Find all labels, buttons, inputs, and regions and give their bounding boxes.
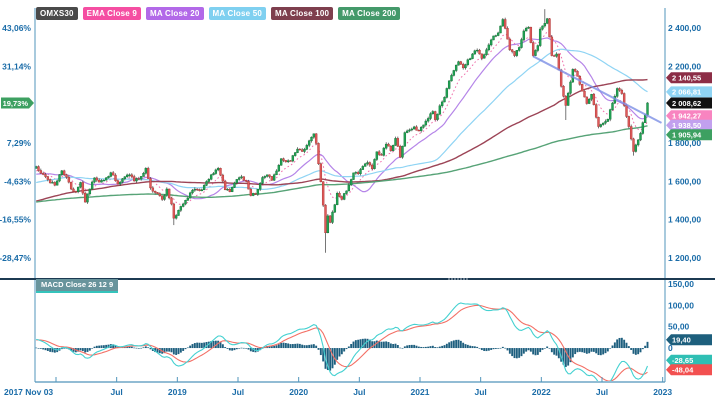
price-pane[interactable] <box>34 3 665 278</box>
x-axis-label: Jul <box>232 387 244 397</box>
svg-text:-48,04: -48,04 <box>672 366 694 375</box>
pct-axis-label: 7,29% <box>7 138 32 148</box>
macd-badge: -28,65 <box>666 354 712 366</box>
legend-badge-ma-100[interactable]: MA Close 100 <box>271 7 334 20</box>
legend-badge-ma-200[interactable]: MA Close 200 <box>338 7 401 20</box>
pct-axis-label: -4,63% <box>4 176 31 186</box>
macd-legend-badge[interactable]: MACD Close 26 12 9 <box>36 279 119 293</box>
chart-window: OMXS30 EMA Close 9 MA Close 20 MA Close … <box>0 0 715 403</box>
svg-text:1 905,94: 1 905,94 <box>672 131 702 140</box>
svg-text:2 008,62: 2 008,62 <box>672 99 701 108</box>
macd-axis-label: 50,00 <box>668 322 690 332</box>
pct-axis-label: 43,06% <box>2 23 31 33</box>
price-badge: 1 905,94 <box>666 129 712 141</box>
price-pane-legend: OMXS30 EMA Close 9 MA Close 20 MA Close … <box>36 7 401 20</box>
pct-change-badge: 19,73% <box>1 97 34 109</box>
macd-legend-label: MACD Close 26 12 9 <box>41 280 114 289</box>
svg-text:19,40: 19,40 <box>672 336 691 345</box>
legend-badge-ma-50[interactable]: MA Close 50 <box>208 7 267 20</box>
svg-text:19,73%: 19,73% <box>3 99 29 108</box>
price-axis-label: 2 400,00 <box>668 23 701 33</box>
svg-text:2 066,81: 2 066,81 <box>672 88 701 97</box>
macd-pane[interactable] <box>35 302 649 385</box>
x-axis-label: Jul <box>596 387 608 397</box>
x-axis-label: 2019 <box>168 387 187 397</box>
x-axis-label: 2022 <box>532 387 551 397</box>
macd-axis-label: 100,00 <box>668 300 694 310</box>
pct-axis-label: -16,55% <box>0 215 31 225</box>
svg-text:1 938,50: 1 938,50 <box>672 121 701 130</box>
macd-line <box>36 302 649 381</box>
x-axis-label: Jul <box>353 387 365 397</box>
svg-text:-28,65: -28,65 <box>672 356 693 365</box>
macd-badge: -48,04 <box>666 364 712 376</box>
legend-badge-omxs30[interactable]: OMXS30 <box>36 7 78 20</box>
x-axis-label: 2023 <box>653 387 672 397</box>
svg-text:2 140,55: 2 140,55 <box>672 73 701 82</box>
x-axis-label: Jul <box>111 387 123 397</box>
pct-axis-label: -28,47% <box>0 253 31 263</box>
legend-badge-ema-9[interactable]: EMA Close 9 <box>82 7 142 20</box>
legend-badge-ma-20[interactable]: MA Close 20 <box>146 7 204 20</box>
price-badge: 1 938,50 <box>666 119 712 131</box>
x-axis-label: 2021 <box>411 387 430 397</box>
price-axis-label: 1 200,00 <box>668 253 701 263</box>
price-axis-label: 1 600,00 <box>668 176 701 186</box>
price-axis-label: 1 400,00 <box>668 215 701 225</box>
x-axis-label: 2020 <box>289 387 308 397</box>
price-axis-label: 2 200,00 <box>668 61 701 71</box>
macd-badge: 19,40 <box>666 334 712 346</box>
pct-axis-label: 31,14% <box>2 61 31 71</box>
price-badge: 1 942,27 <box>666 110 712 122</box>
x-axis-label: Jul <box>475 387 487 397</box>
chart-canvas[interactable]: Jul 2019 Jul 2020 Jul 2021 Jul 2022 Jul 2023 2017 … <box>0 0 715 403</box>
svg-text:1 942,27: 1 942,27 <box>672 112 701 121</box>
price-badge: 2 008,62 <box>666 97 712 109</box>
x-axis-start-label: 2017 Nov 03 <box>4 387 53 397</box>
macd-axis-label: 150,00 <box>668 279 694 289</box>
price-badge: 2 140,55 <box>666 72 712 84</box>
price-badge: 2 066,81 <box>666 86 712 98</box>
